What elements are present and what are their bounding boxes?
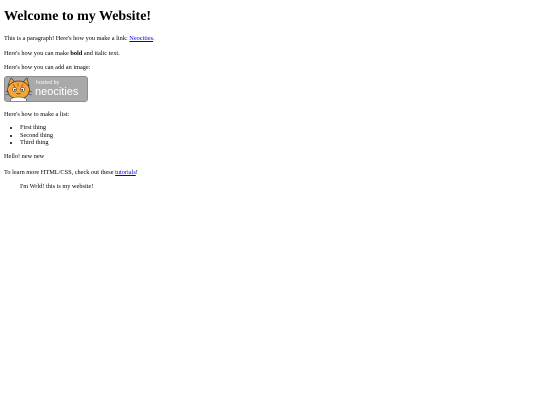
learn-end: ! [135, 168, 138, 176]
list-item: First thing [20, 124, 540, 132]
learn-paragraph: To learn more HTML/CSS, check out these … [4, 169, 540, 177]
neocities-link[interactable]: Neocities [129, 35, 153, 42]
bold-text: bold [70, 49, 83, 57]
hello-paragraph: Hello! new new [4, 152, 45, 160]
format-text-middle: and [82, 49, 95, 57]
image-container: hosted by neocities [4, 75, 540, 102]
italic-text: italic [94, 49, 108, 57]
intro-text: This is a paragraph! Here's how you make… [4, 35, 130, 42]
format-text-end: text. [107, 49, 120, 57]
format-text-start: Here's how you can make [4, 49, 71, 57]
page-title: Welcome to my Website! [4, 9, 152, 24]
list-item: Second thing [20, 132, 540, 140]
page: Welcome to my Website! This is a paragra… [0, 0, 540, 405]
badge-neocities-text: neocities [35, 85, 79, 98]
example-list: First thing Second thing Third thing [4, 124, 540, 147]
footer-text: I'm Wrld! this is my website! [20, 183, 94, 191]
learn-text: To learn more HTML/CSS, check out these [4, 168, 116, 176]
format-paragraph: Here's how you can make bold and italic … [4, 50, 540, 58]
tutorials-link[interactable]: tutorials [115, 169, 136, 176]
intro-end: . [153, 35, 155, 42]
hosted-by-neocities-badge: hosted by neocities [4, 75, 88, 102]
intro-paragraph: This is a paragraph! Here's how you make… [4, 35, 540, 43]
list-intro-paragraph: Here's how to make a list: [4, 110, 70, 118]
image-paragraph: Here's how you can add an image: [4, 64, 91, 72]
list-item: Third thing [20, 139, 540, 147]
